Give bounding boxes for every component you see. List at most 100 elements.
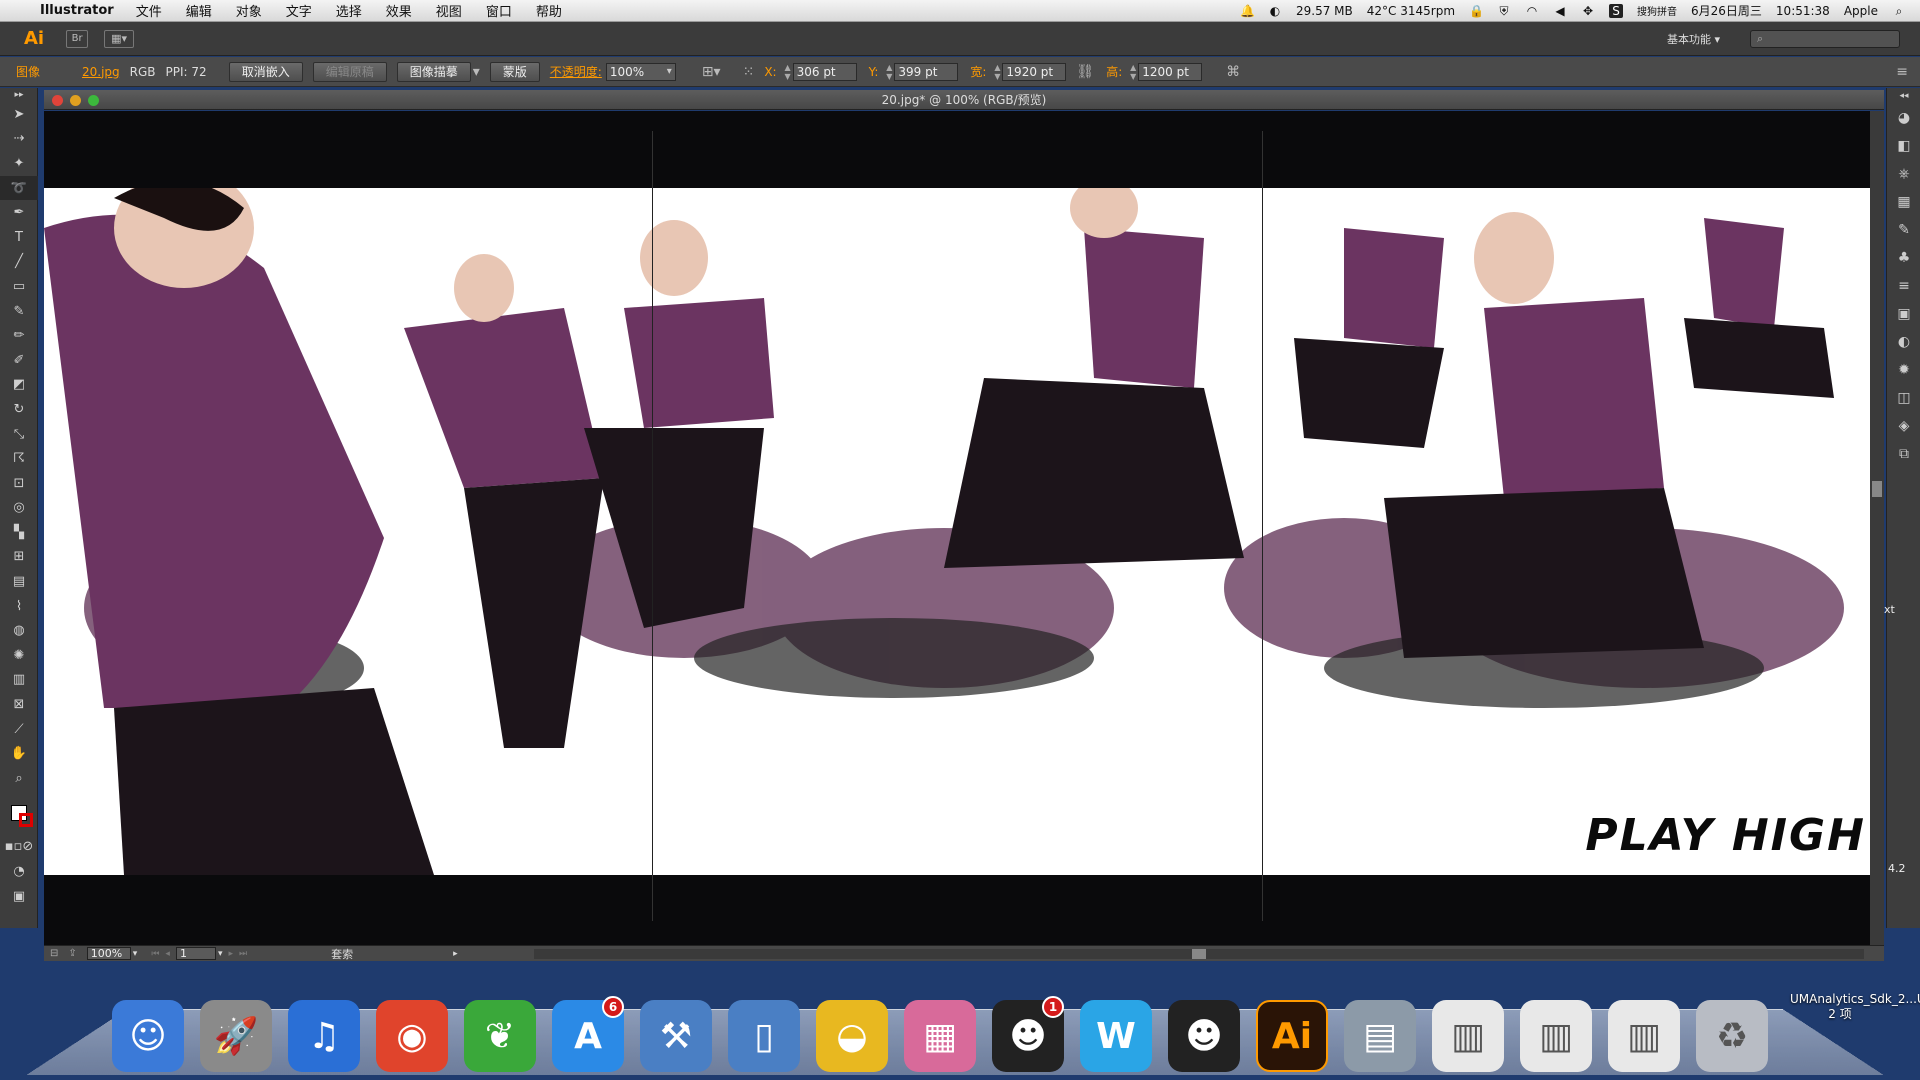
minimize-window-icon[interactable] bbox=[70, 95, 81, 106]
paintbrush-tool-icon[interactable]: ✎ bbox=[0, 299, 38, 324]
dock-leaf-app[interactable]: ❦ bbox=[462, 996, 538, 1076]
app-menu[interactable]: Illustrator bbox=[40, 3, 114, 18]
volume-icon[interactable]: ◀ bbox=[1553, 4, 1567, 18]
image-trace-button[interactable]: 图像描摹 bbox=[396, 61, 471, 82]
height-stepper[interactable]: ▲ ▼ bbox=[1128, 63, 1138, 81]
move-icon[interactable]: ✥ bbox=[1581, 4, 1595, 18]
free-transform-tool-icon[interactable]: ⊡ bbox=[0, 471, 38, 496]
lock-icon[interactable]: 🔒 bbox=[1469, 4, 1484, 18]
control-bar-menu-icon[interactable]: ≡ bbox=[1896, 64, 1908, 80]
dock-itunes[interactable]: ♫ bbox=[286, 996, 362, 1076]
artboards-panel-icon[interactable]: ⧉ bbox=[1887, 440, 1920, 468]
dock-doc-stack-2[interactable]: ▥ bbox=[1518, 996, 1594, 1076]
gradient-tool-icon[interactable]: ▤ bbox=[0, 569, 38, 594]
menu-type[interactable]: 文字 bbox=[286, 1, 312, 20]
screen-mode-icon[interactable]: ▣ bbox=[0, 884, 38, 909]
menu-file[interactable]: 文件 bbox=[136, 1, 162, 20]
magic-wand-tool-icon[interactable]: ✦ bbox=[0, 151, 38, 176]
transform-icon[interactable]: ⌘ bbox=[1226, 64, 1240, 80]
layers-panel-icon[interactable]: ◈ bbox=[1887, 412, 1920, 440]
wifi-icon[interactable]: ◠ bbox=[1525, 4, 1539, 18]
type-tool-icon[interactable]: T bbox=[0, 225, 38, 250]
opacity-label[interactable]: 不透明度: bbox=[550, 63, 602, 80]
direct-selection-tool-icon[interactable]: ⇢ bbox=[0, 127, 38, 152]
dock-w-app[interactable]: W bbox=[1078, 996, 1154, 1076]
zoom-window-icon[interactable] bbox=[88, 95, 99, 106]
color-panel-icon[interactable]: ◕ bbox=[1887, 104, 1920, 132]
color-mode-buttons-icon[interactable]: ▪▫⊘ bbox=[0, 835, 38, 860]
bridge-button[interactable]: Br bbox=[66, 29, 89, 48]
pen-tool-icon[interactable]: ✒ bbox=[0, 200, 38, 225]
shape-builder-tool-icon[interactable]: ◎ bbox=[0, 496, 38, 521]
dock-illustrator[interactable]: Ai bbox=[1254, 996, 1330, 1076]
brushes-panel-icon[interactable]: ✎ bbox=[1887, 216, 1920, 244]
collapse-panel-icon[interactable]: ▸▸ bbox=[0, 88, 38, 102]
zoom-field[interactable]: 100% bbox=[86, 947, 131, 960]
memory-icon[interactable]: ◐ bbox=[1268, 4, 1282, 18]
symbols-panel-icon[interactable]: ♣ bbox=[1887, 244, 1920, 272]
transparency-panel-icon[interactable]: ◐ bbox=[1887, 328, 1920, 356]
menu-effect[interactable]: 效果 bbox=[386, 1, 412, 20]
status-menu-icon[interactable]: ▸ bbox=[453, 949, 458, 959]
y-stepper[interactable]: ▲ ▼ bbox=[884, 63, 894, 81]
shield-icon[interactable]: ⛨ bbox=[1497, 4, 1511, 18]
input-method[interactable]: 搜狗拼音 bbox=[1637, 3, 1677, 18]
recolor-icon[interactable]: ⊞▾ bbox=[702, 64, 721, 80]
y-field[interactable]: 399 pt bbox=[894, 62, 959, 81]
selection-tool-icon[interactable]: ➤ bbox=[0, 102, 38, 127]
line-tool-icon[interactable]: ╱ bbox=[0, 250, 38, 275]
menu-help[interactable]: 帮助 bbox=[536, 1, 562, 20]
artboard-tool-icon[interactable]: ⊠ bbox=[0, 692, 38, 717]
close-window-icon[interactable] bbox=[52, 95, 63, 106]
column-graph-tool-icon[interactable]: ▥ bbox=[0, 668, 38, 693]
reference-point-icon[interactable]: ⁙ bbox=[743, 64, 755, 80]
search-input[interactable]: ⌕ bbox=[1750, 29, 1900, 48]
graphic-styles-panel-icon[interactable]: ◫ bbox=[1887, 384, 1920, 412]
trace-preset-dropdown-icon[interactable]: ▾ bbox=[473, 64, 480, 80]
unembed-button[interactable]: 取消嵌入 bbox=[228, 61, 303, 82]
stroke-panel-icon[interactable]: ≡ bbox=[1887, 272, 1920, 300]
vertical-scrollbar[interactable] bbox=[1870, 111, 1884, 945]
dock-finder[interactable]: ☺ bbox=[110, 996, 186, 1076]
scale-tool-icon[interactable]: ⤡ bbox=[0, 422, 38, 447]
dock-trash[interactable]: ♻ bbox=[1694, 996, 1770, 1076]
workspace-switcher[interactable]: 基本功能 ▾ bbox=[1667, 31, 1720, 47]
slice-tool-icon[interactable]: ⟋ bbox=[0, 717, 38, 742]
next-artboard-icon[interactable]: ▸ bbox=[228, 949, 233, 959]
lasso-tool-icon[interactable]: ➰ bbox=[0, 175, 38, 201]
eyedropper-tool-icon[interactable]: ⌇ bbox=[0, 594, 38, 619]
current-tool-status[interactable]: 套索 bbox=[331, 946, 353, 962]
blend-tool-icon[interactable]: ◍ bbox=[0, 618, 38, 643]
expand-panels-icon[interactable]: ◂◂ bbox=[1887, 88, 1920, 104]
menu-window[interactable]: 窗口 bbox=[486, 1, 512, 20]
dock-qq-2[interactable]: ☻ bbox=[1166, 996, 1242, 1076]
appearance-panel-icon[interactable]: ✹ bbox=[1887, 356, 1920, 384]
document-title-bar[interactable]: 20.jpg* @ 100% (RGB/预览) bbox=[44, 90, 1884, 110]
artboard-nav-icon[interactable]: ⊟ bbox=[50, 948, 58, 959]
width-field[interactable]: 1920 pt bbox=[1002, 62, 1067, 81]
share-icon[interactable]: ⇪ bbox=[68, 948, 76, 959]
horizontal-scroll-thumb[interactable] bbox=[1192, 949, 1206, 959]
artboard-dropdown-icon[interactable]: ▾ bbox=[218, 949, 223, 959]
rectangle-tool-icon[interactable]: ▭ bbox=[0, 274, 38, 299]
linked-file-link[interactable]: 20.jpg bbox=[82, 65, 120, 79]
menu-object[interactable]: 对象 bbox=[236, 1, 262, 20]
opacity-select[interactable]: 100% bbox=[605, 62, 676, 81]
dock-doc-stack-1[interactable]: ▥ bbox=[1430, 996, 1506, 1076]
menu-view[interactable]: 视图 bbox=[436, 1, 462, 20]
last-artboard-icon[interactable]: ⏭ bbox=[239, 949, 247, 959]
menu-select[interactable]: 选择 bbox=[336, 1, 362, 20]
fill-stroke-swatch-icon[interactable] bbox=[0, 791, 38, 835]
zoom-tool-icon[interactable]: ⌕ bbox=[0, 766, 38, 791]
symbol-sprayer-tool-icon[interactable]: ✺ bbox=[0, 643, 38, 668]
first-artboard-icon[interactable]: ⏮ bbox=[151, 949, 159, 959]
color-guide-panel-icon[interactable]: ◧ bbox=[1887, 132, 1920, 160]
artboard-number-field[interactable]: 1 bbox=[175, 947, 216, 960]
height-field[interactable]: 1200 pt bbox=[1138, 62, 1203, 81]
perspective-grid-tool-icon[interactable]: ▚ bbox=[0, 520, 38, 545]
vertical-scroll-thumb[interactable] bbox=[1872, 481, 1882, 497]
width-stepper[interactable]: ▲ ▼ bbox=[992, 63, 1002, 81]
blob-brush-tool-icon[interactable]: ✐ bbox=[0, 348, 38, 373]
dock-stack-label[interactable]: UMAnalytics_Sdk_2...UDID 2 项 bbox=[1790, 992, 1920, 1022]
clock[interactable]: 10:51:38 bbox=[1776, 4, 1830, 18]
